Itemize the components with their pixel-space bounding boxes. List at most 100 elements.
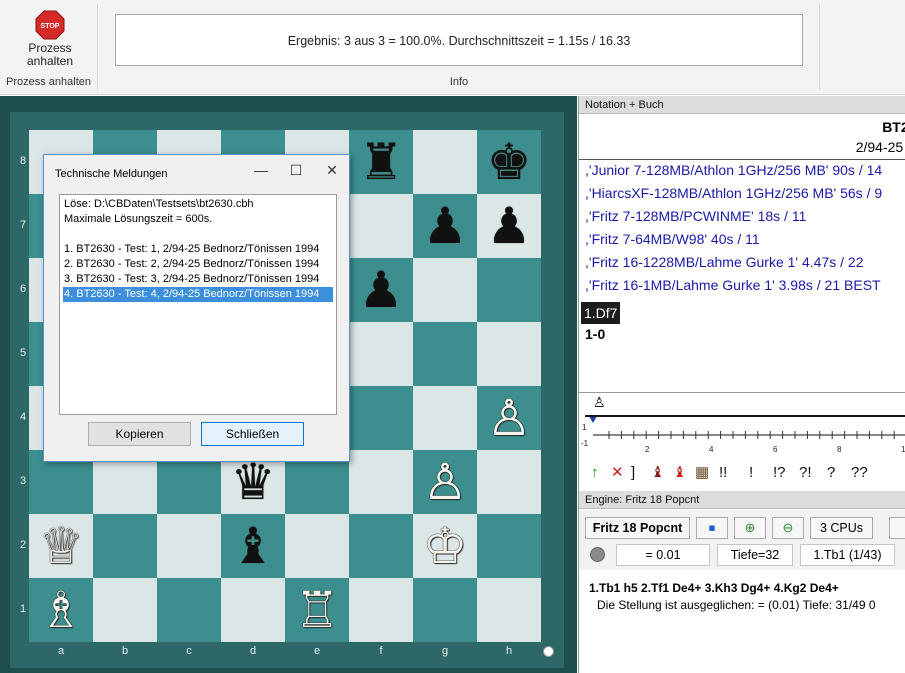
annotation-tool-icon[interactable]: ♝ <box>651 461 664 485</box>
zoom-in-icon[interactable]: ⊕ <box>734 517 766 539</box>
group-label-info: Info <box>449 76 469 88</box>
notation-line[interactable]: ,'Fritz 16-1MB/Lahme Gurke 1' 3.98s / 21… <box>585 277 881 293</box>
notation-line[interactable]: ,'Fritz 16-1228MB/Lahme Gurke 1' 4.47s /… <box>585 254 863 270</box>
minimize-icon[interactable]: — <box>247 160 275 180</box>
messages-list[interactable]: Löse: D:\CBDaten\Testsets\bt2630.cbh Maxi… <box>59 194 337 415</box>
notation-line[interactable]: ,'Fritz 7-128MB/PCWINME' 18s / 11 <box>585 208 806 224</box>
board-square[interactable] <box>93 578 157 642</box>
stop-process-button[interactable]: STOP Prozess anhalten <box>6 6 94 74</box>
board-square[interactable] <box>413 578 477 642</box>
game-subtitle: 2/94-25 Bed <box>855 139 905 155</box>
annotation-tool-icon[interactable]: ] <box>631 461 635 485</box>
annotation-tool-icon[interactable]: ?! <box>799 461 812 485</box>
white-bishop-icon[interactable]: ♗ <box>29 578 93 642</box>
board-square[interactable] <box>93 514 157 578</box>
engine-evaluation-text: Die Stellung ist ausgeglichen: = (0.01) … <box>597 598 876 612</box>
white-pawn-icon[interactable]: ♙ <box>477 386 541 450</box>
file-label: f <box>379 645 383 657</box>
notation-panel-title: Notation + Buch <box>579 96 905 114</box>
white-pawn-icon[interactable]: ♙ <box>413 450 477 514</box>
annotation-tool-icon[interactable]: ? <box>827 461 835 485</box>
zoom-out-icon[interactable]: ⊖ <box>772 517 804 539</box>
engine-name-button[interactable]: Fritz 18 Popcnt <box>585 517 690 539</box>
black-rook-icon[interactable]: ♜ <box>349 130 413 194</box>
more-icon[interactable] <box>889 517 905 539</box>
evaluation-graph[interactable]: 1 -1 2 4 6 8 10 <box>581 415 905 455</box>
board-square[interactable] <box>413 130 477 194</box>
annotation-tool-icon[interactable]: ↑ <box>591 461 599 485</box>
annotation-tool-icon[interactable]: !? <box>773 461 786 485</box>
notation-line[interactable]: ,'HiarcsXF-128MB/Athlon 1GHz/256 MB' 56s… <box>585 185 882 201</box>
board-square[interactable] <box>285 514 349 578</box>
file-label: d <box>249 645 257 657</box>
tick-label: 6 <box>773 445 778 454</box>
annotation-tool-icon[interactable]: ?? <box>851 461 868 485</box>
message-line[interactable] <box>63 227 333 242</box>
engine-best-move: 1.Tb1 (1/43) <box>800 544 895 566</box>
black-king-icon[interactable]: ♚ <box>477 130 541 194</box>
current-move[interactable]: 1.Df7 <box>581 302 621 324</box>
board-square[interactable] <box>477 322 541 386</box>
annotation-tool-icon[interactable]: ♝ <box>673 461 686 485</box>
notation-line[interactable]: ,'Junior 7-128MB/Athlon 1GHz/256 MB' 90s… <box>585 162 882 178</box>
white-rook-icon[interactable]: ♖ <box>285 578 349 642</box>
board-square[interactable] <box>349 194 413 258</box>
board-square[interactable] <box>349 322 413 386</box>
board-square[interactable] <box>477 258 541 322</box>
message-line[interactable]: 2. BT2630 - Test: 2, 2/94-25 Bednorz/Tön… <box>63 257 333 272</box>
board-square[interactable] <box>477 578 541 642</box>
board-square[interactable] <box>477 514 541 578</box>
dialog-title: Technische Meldungen <box>55 168 168 180</box>
board-square[interactable] <box>349 450 413 514</box>
message-line[interactable]: 1. BT2630 - Test: 1, 2/94-25 Bednorz/Tön… <box>63 242 333 257</box>
white-king-icon[interactable]: ♔ <box>413 514 477 578</box>
copy-button[interactable]: Kopieren <box>88 422 191 446</box>
stop-engine-icon[interactable]: ⏹ <box>696 517 728 539</box>
close-button[interactable]: Schließen <box>201 422 304 446</box>
notation-line[interactable]: ,'Fritz 7-64MB/W98' 40s / 11 <box>585 231 760 247</box>
maximize-icon[interactable]: ☐ <box>282 160 310 180</box>
svg-text:STOP: STOP <box>41 23 60 30</box>
engine-output[interactable]: 1.Tb1 h5 2.Tf1 De4+ 3.Kh3 Dg4+ 4.Kg2 De4… <box>579 571 905 673</box>
black-pawn-icon[interactable]: ♟ <box>413 194 477 258</box>
black-bishop-icon[interactable]: ♝ <box>221 514 285 578</box>
engine-status-icon <box>590 547 605 562</box>
evaluation-graph-panel: ♙ 1 -1 2 4 6 8 10 ↑ ✕] ♝ ♝ ▦!!!!??!??? <box>579 392 905 490</box>
tick-label: 2 <box>645 445 650 454</box>
board-square[interactable] <box>157 578 221 642</box>
close-icon[interactable]: ✕ <box>318 160 346 180</box>
board-square[interactable] <box>157 514 221 578</box>
board-square[interactable] <box>349 578 413 642</box>
board-square[interactable] <box>349 514 413 578</box>
annotation-tool-icon[interactable]: ! <box>749 461 753 485</box>
annotation-tool-icon[interactable]: ▦ <box>695 461 709 485</box>
board-square[interactable] <box>413 258 477 322</box>
board-square[interactable] <box>413 322 477 386</box>
message-line[interactable]: 4. BT2630 - Test: 4, 2/94-25 Bednorz/Tön… <box>63 287 333 302</box>
black-pawn-icon[interactable]: ♟ <box>349 258 413 322</box>
black-pawn-icon[interactable]: ♟ <box>477 194 541 258</box>
board-square[interactable] <box>221 578 285 642</box>
cpu-count-button[interactable]: 3 CPUs <box>810 517 873 539</box>
divider <box>579 159 905 160</box>
board-square[interactable] <box>349 386 413 450</box>
file-label: h <box>505 645 513 657</box>
notation-header: BT2630 2/94-25 Bed <box>579 115 905 160</box>
message-line[interactable]: Maximale Lösungszeit = 600s. <box>63 212 333 227</box>
engine-depth: Tiefe=32 <box>717 544 793 566</box>
engine-controls: Fritz 18 Popcnt ⏹ ⊕ ⊖ 3 CPUs = 0.01 Tief… <box>579 510 905 570</box>
pawn-icon[interactable]: ♙ <box>593 395 606 411</box>
annotation-tool-icon[interactable]: !! <box>719 461 727 485</box>
engine-principal-variation: 1.Tb1 h5 2.Tf1 De4+ 3.Kh3 Dg4+ 4.Kg2 De4… <box>589 581 839 595</box>
graph-axis <box>589 417 905 439</box>
tick-label: 10 <box>901 445 905 454</box>
annotation-tool-icon[interactable]: ✕ <box>611 461 624 485</box>
board-square[interactable] <box>413 386 477 450</box>
white-queen-icon[interactable]: ♕ <box>29 514 93 578</box>
message-line[interactable]: Löse: D:\CBDaten\Testsets\bt2630.cbh <box>63 197 333 212</box>
annotation-toolbar: ↑ ✕] ♝ ♝ ▦!!!!??!??? <box>591 461 905 485</box>
message-line[interactable]: 3. BT2630 - Test: 3, 2/94-25 Bednorz/Tön… <box>63 272 333 287</box>
rank-label: 6 <box>19 283 27 295</box>
file-label: e <box>313 645 321 657</box>
board-square[interactable] <box>477 450 541 514</box>
